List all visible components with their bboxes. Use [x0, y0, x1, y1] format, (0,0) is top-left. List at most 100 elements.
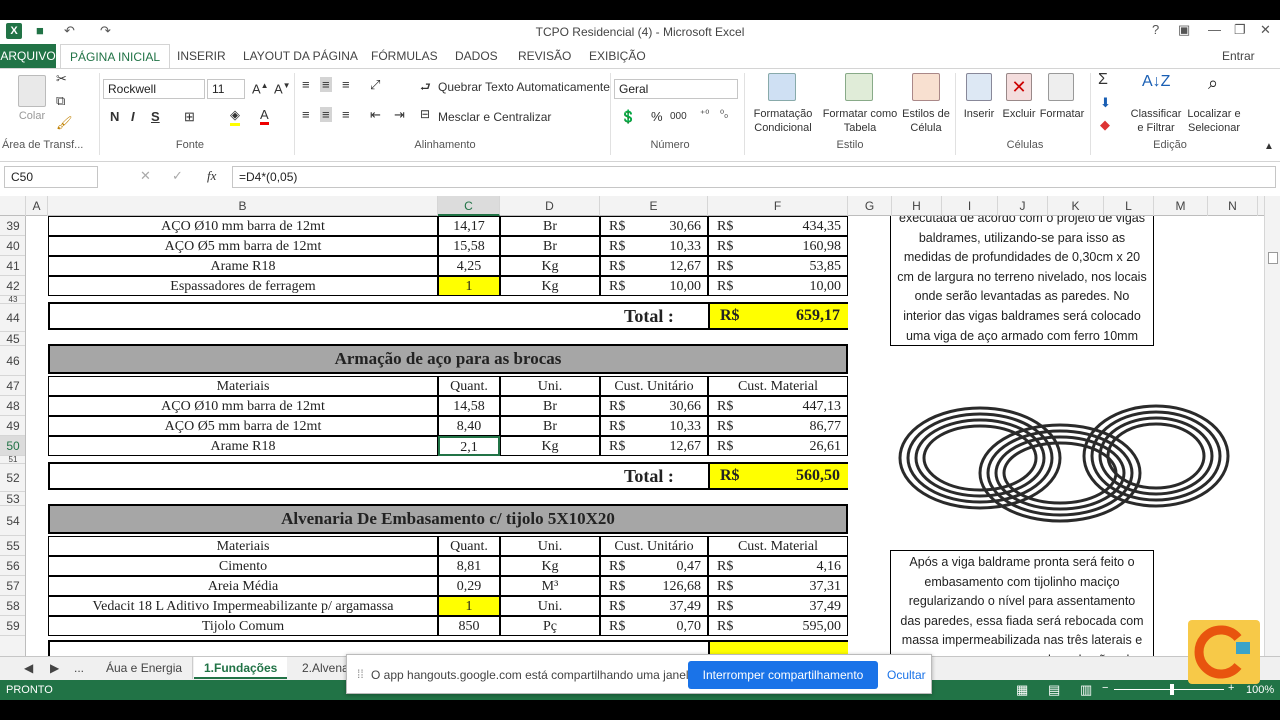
cell-material-cost[interactable]: R$ 86,77 — [708, 416, 848, 436]
number-format-select[interactable]: Geral — [614, 79, 738, 99]
cell-unit[interactable]: Br — [500, 216, 600, 236]
decrease-indent-icon[interactable]: ⇤ — [370, 107, 381, 123]
cell-material[interactable]: AÇO Ø5 mm barra de 12mt — [48, 416, 438, 436]
font-name-select[interactable]: Rockwell — [103, 79, 205, 99]
row-header-51[interactable]: 51 — [0, 456, 25, 464]
tab-arquivo[interactable]: ARQUIVO — [0, 44, 56, 68]
cell-quantity[interactable]: 4,25 — [438, 256, 500, 276]
fill-color-icon[interactable]: ◈ — [230, 107, 240, 126]
delete-cells-button[interactable]: Excluir — [999, 107, 1039, 121]
format-painter-icon[interactable]: 🖌 — [56, 115, 73, 131]
bold-button[interactable]: N — [110, 109, 119, 124]
collapse-ribbon-icon[interactable]: ▲ — [1264, 141, 1274, 152]
cell-material[interactable]: Arame R18 — [48, 436, 438, 456]
cell-quantity[interactable]: 1 — [438, 596, 500, 616]
scroll-thumb[interactable] — [1268, 252, 1278, 264]
cell-material[interactable]: AÇO Ø10 mm barra de 12mt — [48, 396, 438, 416]
format-table-button[interactable]: Formatar como Tabela — [820, 107, 900, 135]
help-icon[interactable]: ? — [1152, 22, 1159, 37]
format-cells-button[interactable]: Formatar — [1038, 107, 1086, 121]
col-header-c[interactable]: C — [438, 196, 500, 216]
col-header-d[interactable]: D — [500, 196, 600, 216]
cell-unit[interactable]: Pç — [500, 616, 600, 636]
copy-icon[interactable]: ⧉ — [56, 93, 65, 109]
cell-unit[interactable]: M³ — [500, 576, 600, 596]
cell-unit[interactable]: Uni. — [500, 596, 600, 616]
cell-unit[interactable]: Kg — [500, 556, 600, 576]
merge-center-button[interactable]: Mesclar e Centralizar — [438, 110, 551, 124]
page-layout-icon[interactable]: ▤ — [1048, 682, 1060, 698]
find-select-button[interactable]: Localizar e Selecionar — [1184, 107, 1244, 135]
row-header-45[interactable]: 45 — [0, 332, 25, 346]
align-top-icon[interactable]: ≡ — [302, 77, 310, 92]
row-header-58[interactable]: 58 — [0, 596, 25, 616]
conditional-format-button[interactable]: Formatação Condicional — [748, 107, 818, 135]
cell-unit-cost[interactable]: R$ 12,67 — [600, 436, 708, 456]
row-header-49[interactable]: 49 — [0, 416, 25, 436]
cell-unit[interactable]: Kg — [500, 436, 600, 456]
cell-material[interactable]: Vedacit 18 L Aditivo Impermeabilizante p… — [48, 596, 438, 616]
column-title[interactable]: Cust. Unitário — [600, 376, 708, 396]
cell-material-cost[interactable]: R$ 53,85 — [708, 256, 848, 276]
tab-dados[interactable]: DADOS — [455, 49, 498, 63]
textbox-embasamento[interactable]: Após a viga baldrame pronta será feito o… — [890, 550, 1154, 656]
total-row[interactable]: Total : R$ 659,17 — [48, 302, 848, 330]
cell-quantity[interactable]: 8,81 — [438, 556, 500, 576]
sheet-tab-agua-energia[interactable]: Áua e Energia — [96, 657, 194, 679]
sheet-grid[interactable]: AÇO Ø10 mm barra de 12mt 14,17 Br R$ 30,66 R$… — [26, 216, 1264, 656]
cell-material[interactable]: AÇO Ø10 mm barra de 12mt — [48, 216, 438, 236]
underline-button[interactable]: S — [151, 109, 160, 124]
col-header-i[interactable]: I — [942, 196, 998, 216]
normal-view-icon[interactable]: ▦ — [1016, 682, 1028, 698]
wrap-text-button[interactable]: Quebrar Texto Automaticamente — [438, 80, 610, 94]
enter-icon[interactable]: ✓ — [172, 168, 183, 184]
col-header-h[interactable]: H — [892, 196, 942, 216]
vertical-scrollbar[interactable] — [1264, 196, 1280, 656]
zoom-out-icon[interactable]: − — [1102, 682, 1108, 694]
cell-unit-cost[interactable]: R$ 126,68 — [600, 576, 708, 596]
align-middle-icon[interactable]: ≡ — [320, 77, 332, 92]
cell-quantity[interactable]: 14,17 — [438, 216, 500, 236]
row-header-46[interactable]: 46 — [0, 346, 25, 376]
currency-icon[interactable]: 💲 — [620, 109, 636, 125]
column-title[interactable]: Cust. Material — [708, 536, 848, 556]
cell-unit-cost[interactable]: R$ 10,00 — [600, 276, 708, 296]
paste-icon[interactable] — [18, 75, 46, 107]
cell-unit-cost[interactable]: R$ 10,33 — [600, 236, 708, 256]
fill-icon[interactable]: ⬇ — [1100, 95, 1111, 111]
row-header-42[interactable]: 42 — [0, 276, 25, 296]
column-title[interactable]: Quant. — [438, 536, 500, 556]
cell-material-cost[interactable]: R$ 37,31 — [708, 576, 848, 596]
increase-indent-icon[interactable]: ⇥ — [394, 107, 405, 123]
cell-quantity[interactable]: 1 — [438, 276, 500, 296]
tab-pagina-inicial[interactable]: PÁGINA INICIAL — [60, 44, 171, 69]
borders-icon[interactable]: ⊞ — [184, 109, 195, 125]
name-box[interactable]: C50 — [4, 166, 98, 188]
row-header-52[interactable]: 52 — [0, 464, 25, 492]
row-header-56[interactable]: 56 — [0, 556, 25, 576]
thousands-button[interactable]: 000 — [670, 111, 687, 122]
row-header-50[interactable]: 50 — [0, 436, 25, 456]
cell-unit[interactable]: Kg — [500, 256, 600, 276]
page-break-icon[interactable]: ▥ — [1080, 682, 1092, 698]
paste-button[interactable]: Colar — [12, 109, 52, 123]
cell-material-cost[interactable]: R$ 434,35 — [708, 216, 848, 236]
restore-icon[interactable]: ❐ — [1234, 22, 1246, 38]
col-header-j[interactable]: J — [998, 196, 1048, 216]
stop-sharing-button[interactable]: Interromper compartilhamento — [688, 661, 878, 689]
drag-handle-icon[interactable]: ⁞⁞ — [357, 667, 364, 681]
shrink-font-icon[interactable]: A▼ — [274, 81, 291, 96]
cell-unit[interactable]: Br — [500, 236, 600, 256]
increase-decimal-icon[interactable]: ⁺⁰ — [700, 109, 709, 120]
zoom-slider-thumb[interactable] — [1170, 684, 1174, 695]
tab-layout[interactable]: LAYOUT DA PÁGINA — [243, 49, 358, 63]
cell-quantity[interactable]: 15,58 — [438, 236, 500, 256]
signin-link[interactable]: Entrar — [1222, 49, 1255, 63]
cell-quantity[interactable]: 0,29 — [438, 576, 500, 596]
section-title[interactable]: Alvenaria De Embasamento c/ tijolo 5X10X… — [48, 504, 848, 534]
grow-font-icon[interactable]: A▲ — [252, 81, 269, 96]
cell-material-cost[interactable]: R$ 4,16 — [708, 556, 848, 576]
sheet-tab-more[interactable]: ... — [64, 657, 94, 679]
row-header-41[interactable]: 41 — [0, 256, 25, 276]
cell-material-cost[interactable]: R$ 37,49 — [708, 596, 848, 616]
